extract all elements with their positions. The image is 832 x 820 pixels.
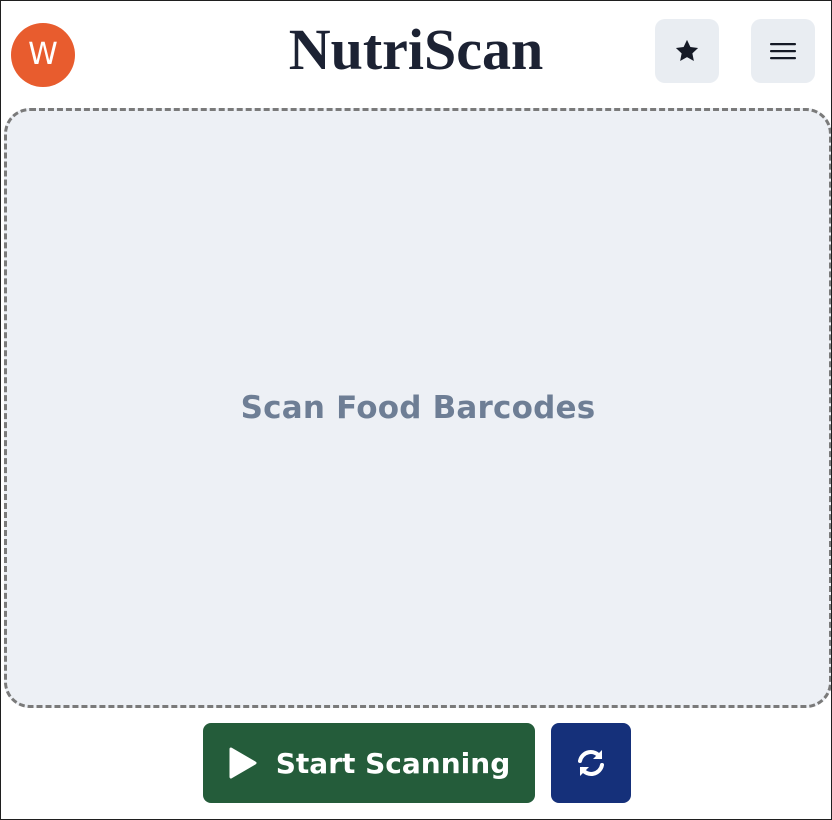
app-header: W NutriScan xyxy=(1,1,831,105)
avatar-initial: W xyxy=(28,37,58,72)
play-icon xyxy=(229,747,257,779)
refresh-icon xyxy=(578,750,604,776)
star-icon xyxy=(675,39,699,62)
refresh-button[interactable] xyxy=(551,723,631,803)
app-frame: W NutriScan Scan Food Barcodes Start Sca… xyxy=(0,0,832,820)
avatar[interactable]: W xyxy=(11,23,75,87)
favorites-button[interactable] xyxy=(655,19,719,83)
start-scanning-button[interactable]: Start Scanning xyxy=(203,723,535,803)
scan-prompt: Scan Food Barcodes xyxy=(240,390,596,426)
start-scanning-label: Start Scanning xyxy=(275,746,511,780)
menu-button[interactable] xyxy=(751,19,815,83)
hamburger-menu-icon xyxy=(770,43,796,60)
barcode-scan-area[interactable]: Scan Food Barcodes xyxy=(4,108,831,708)
